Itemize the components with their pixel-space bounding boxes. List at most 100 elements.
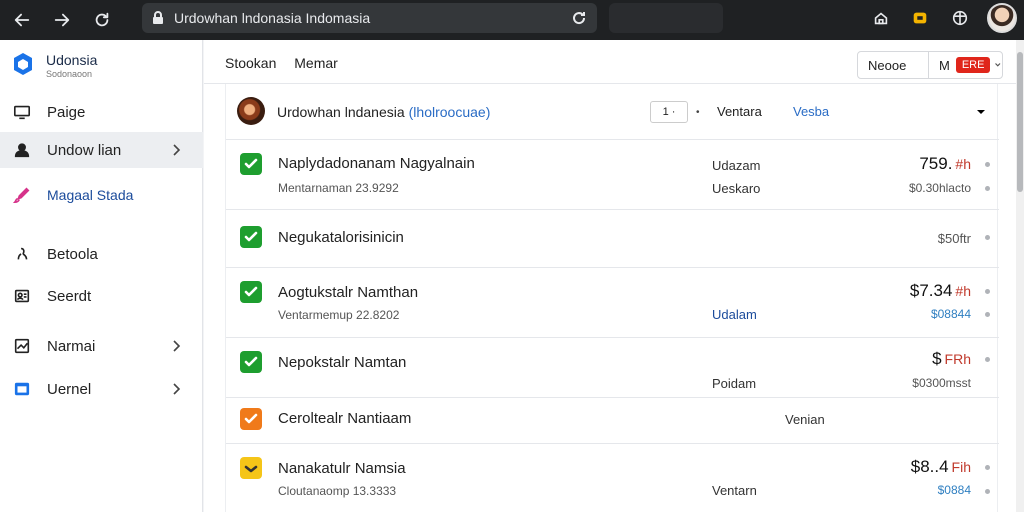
chevron-right-icon bbox=[169, 382, 183, 396]
extension-area[interactable] bbox=[609, 3, 723, 33]
sidebar-item-betoola[interactable]: Betoola bbox=[0, 236, 203, 272]
row-amount-sub: $0300msst bbox=[912, 376, 971, 390]
sidebar-item-label: Betoola bbox=[47, 245, 98, 263]
scrollbar[interactable] bbox=[1016, 40, 1024, 512]
sidebar-item-label: Paige bbox=[47, 103, 86, 121]
filter-dropdown[interactable]: M ERE bbox=[928, 51, 1003, 79]
row-title: Naplydadonanam Nagyalnain bbox=[278, 155, 475, 172]
row-title: Aogtukstalr Namthan bbox=[278, 284, 419, 301]
row-amount-sub: $0.30hlacto bbox=[908, 181, 971, 195]
list-item[interactable]: Ceroltealr Nantiaam Venian bbox=[226, 398, 999, 444]
person-outline-icon bbox=[12, 244, 32, 264]
chevron-down-icon[interactable] bbox=[974, 105, 988, 119]
main-content: Stookan Memar Neooe M ERE Urdowhan lndan… bbox=[204, 40, 1016, 512]
check-icon[interactable] bbox=[240, 351, 262, 373]
row-subtitle: Ventarmemup 22.8202 bbox=[278, 308, 400, 322]
address-bar[interactable]: Urdowhan lndonasia Indomasia bbox=[142, 3, 597, 33]
forward-button[interactable] bbox=[48, 6, 76, 34]
brand[interactable]: Udonsia Sodonaoon bbox=[12, 52, 97, 79]
extension-button[interactable] bbox=[910, 8, 930, 28]
row-menu-dot[interactable] bbox=[985, 186, 990, 191]
list-item[interactable]: Negukatalorisinicin $50ftr bbox=[226, 210, 999, 268]
arrow-left-icon bbox=[14, 13, 30, 27]
hexagon-logo-icon bbox=[14, 53, 32, 75]
brand-name: Udonsia bbox=[46, 52, 98, 68]
avatar[interactable] bbox=[987, 3, 1017, 33]
row-menu-dot[interactable] bbox=[985, 312, 990, 317]
home-button[interactable] bbox=[871, 8, 891, 28]
row-subtitle: Cloutanaomp 13.3333 bbox=[278, 484, 397, 498]
account-menu-button[interactable] bbox=[950, 8, 970, 28]
row-column[interactable]: Udalam bbox=[712, 307, 757, 322]
row-column: Ventarn bbox=[712, 483, 757, 498]
check-icon[interactable] bbox=[240, 408, 262, 430]
row-column: Udazam bbox=[712, 158, 761, 173]
row-amount: $ FRh bbox=[932, 349, 971, 368]
lock-icon bbox=[153, 11, 163, 24]
sidebar-item-paige[interactable]: Paige bbox=[0, 94, 203, 130]
row-title: Nanakatulr Namsia bbox=[278, 460, 406, 477]
extension-icon bbox=[913, 12, 927, 24]
sidebar-item-narmai[interactable]: Narmai bbox=[0, 328, 203, 364]
monitor-icon bbox=[12, 102, 32, 122]
row-menu-dot[interactable] bbox=[985, 465, 990, 470]
reload-icon[interactable] bbox=[571, 10, 587, 26]
row-amount-sub: $50ftr bbox=[937, 231, 971, 246]
avatar bbox=[237, 97, 265, 125]
breadcrumb: Stookan Memar bbox=[225, 55, 338, 71]
sidebar-item-label: Narmai bbox=[47, 337, 96, 355]
address-url[interactable]: Urdowhan lndonasia Indomasia bbox=[174, 10, 571, 26]
id-card-icon bbox=[12, 286, 32, 306]
check-icon[interactable] bbox=[240, 281, 262, 303]
list-item[interactable]: Nanakatulr Namsia Cloutanaomp 13.3333 Ve… bbox=[226, 444, 999, 512]
sidebar-item-label: Seerdt bbox=[47, 287, 92, 305]
sidebar-item-uernel[interactable]: Uernel bbox=[0, 371, 203, 407]
window-icon bbox=[12, 379, 32, 399]
row-menu-dot[interactable] bbox=[985, 357, 990, 362]
user-icon bbox=[12, 140, 32, 160]
list-item[interactable]: Aogtukstalr Namthan Ventarmemup 22.8202 … bbox=[226, 268, 999, 338]
action-button[interactable]: Neooe bbox=[857, 51, 929, 79]
refresh-button[interactable] bbox=[88, 6, 116, 34]
sidebar-item-undow-lian[interactable]: Undow lian bbox=[0, 132, 203, 168]
sidebar-item-seerdt[interactable]: Seerdt bbox=[0, 278, 203, 314]
sidebar-item-magaal-stada[interactable]: Magaal Stada bbox=[0, 177, 203, 213]
panel-header: Urdowhan lndanesia (lholroocuae) 1 · • Ve… bbox=[226, 84, 999, 140]
breadcrumb-item[interactable]: Memar bbox=[294, 55, 338, 71]
row-amount: 759. #h bbox=[919, 154, 971, 173]
check-icon[interactable] bbox=[240, 457, 262, 479]
brush-icon bbox=[12, 185, 32, 205]
status-badge: ERE bbox=[955, 57, 991, 73]
chevron-right-icon bbox=[169, 143, 183, 157]
chevron-down-icon bbox=[995, 63, 1001, 67]
row-title: Nepokstalr Namtan bbox=[278, 354, 407, 371]
row-menu-dot[interactable] bbox=[985, 489, 990, 494]
row-amount: $8..4 Fih bbox=[910, 457, 971, 476]
row-column: Venian bbox=[785, 412, 825, 427]
column-link[interactable]: Vesba bbox=[793, 104, 829, 119]
row-column: Poidam bbox=[712, 376, 757, 391]
row-menu-dot[interactable] bbox=[985, 289, 990, 294]
panel-title-accent[interactable]: (lholroocuae) bbox=[409, 104, 491, 120]
sidebar-item-label: Magaal Stada bbox=[47, 187, 134, 203]
back-button[interactable] bbox=[8, 6, 36, 34]
filter-dropdown-label: M bbox=[939, 57, 950, 73]
home-icon bbox=[874, 12, 888, 25]
scrollbar-thumb[interactable] bbox=[1017, 52, 1023, 192]
sidebar-item-label: Uernel bbox=[47, 380, 92, 398]
arrow-right-icon bbox=[54, 13, 70, 27]
row-column: Ueskaro bbox=[712, 181, 761, 196]
refresh-icon bbox=[95, 12, 109, 27]
sidebar-item-label: Undow lian bbox=[47, 141, 122, 159]
chevron-right-icon bbox=[169, 339, 183, 353]
panel-title-text: Urdowhan lndanesia bbox=[277, 104, 405, 120]
list-item[interactable]: Nepokstalr Namtan Poidam $ FRh $0300msst bbox=[226, 338, 999, 398]
check-icon[interactable] bbox=[240, 226, 262, 248]
row-menu-dot[interactable] bbox=[985, 235, 990, 240]
list-item[interactable]: Naplydadonanam Nagyalnain Mentarnaman 23… bbox=[226, 140, 999, 210]
check-icon[interactable] bbox=[240, 153, 262, 175]
sidebar: Udonsia Sodonaoon Paige Undow lian Magaa… bbox=[0, 40, 203, 512]
quantity-stepper[interactable]: 1 · bbox=[650, 101, 688, 123]
breadcrumb-item[interactable]: Stookan bbox=[225, 55, 276, 71]
row-menu-dot[interactable] bbox=[985, 162, 990, 167]
